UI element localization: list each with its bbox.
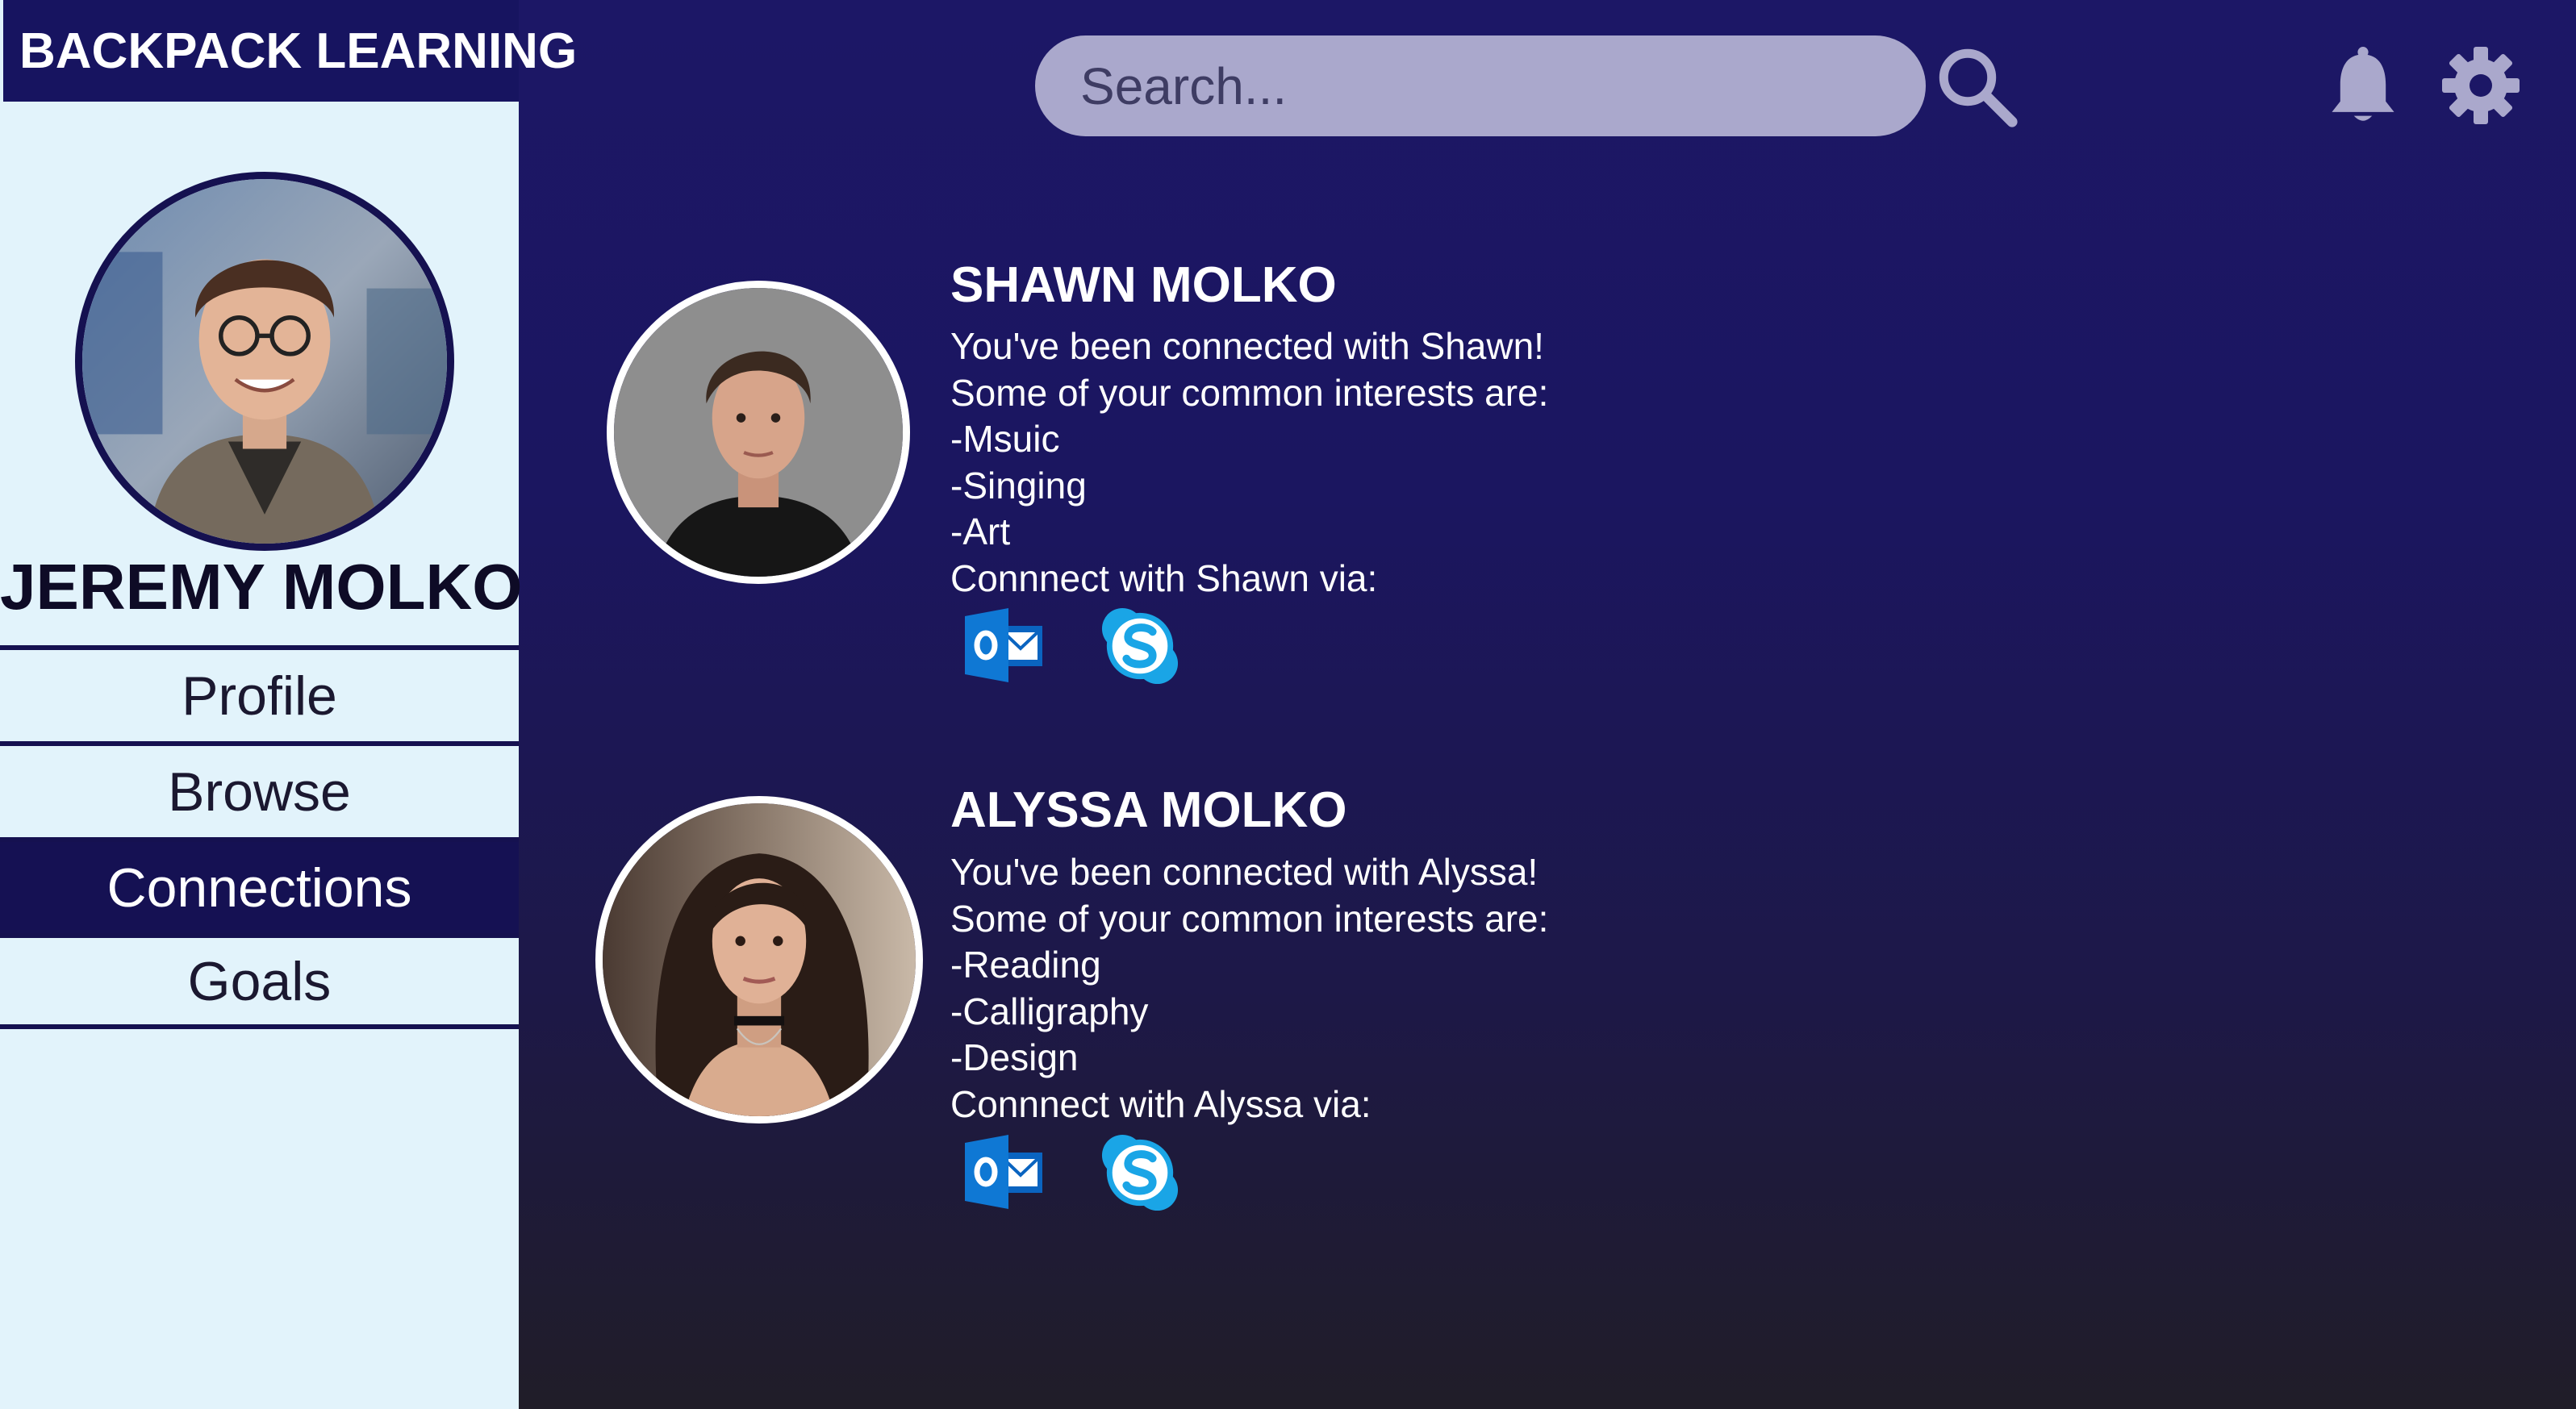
nav-item-label: Browse	[168, 761, 351, 823]
interests-intro: Some of your common interests are:	[950, 897, 1549, 940]
connect-via-label: Connnect with Shawn via:	[950, 557, 1378, 599]
connection-photo	[603, 803, 916, 1116]
interest-item: -Singing	[950, 464, 1087, 506]
bell-icon[interactable]	[2325, 45, 2401, 126]
interest-item: -Art	[950, 511, 1011, 553]
interest-item: -Reading	[950, 944, 1101, 986]
connection-name[interactable]: SHAWN MOLKO	[950, 256, 1337, 314]
interest-item: -Msuic	[950, 418, 1060, 461]
nav-item-label: Connections	[106, 857, 412, 919]
connection-message: You've been connected with Alyssa!	[950, 851, 1539, 893]
nav-item-label: Goals	[187, 950, 332, 1012]
app-brand[interactable]: BACKPACK LEARNING	[3, 0, 577, 102]
search-input[interactable]	[1035, 35, 1926, 136]
skype-icon[interactable]	[1100, 1133, 1179, 1212]
connection-message: You've been connected with Shawn!	[950, 325, 1544, 367]
nav-item-browse[interactable]: Browse	[0, 741, 519, 837]
outlook-icon[interactable]	[962, 1132, 1046, 1212]
sidebar: BACKPACK LEARNING JEREMY MOLKO Profile B…	[0, 0, 577, 1409]
user-name: JEREMY MOLKO	[0, 551, 523, 623]
nav-item-profile[interactable]: Profile	[0, 645, 519, 741]
connection-photo	[614, 288, 903, 577]
interests-intro: Some of your common interests are:	[950, 371, 1549, 414]
interest-item: -Calligraphy	[950, 990, 1149, 1032]
connection-avatar[interactable]	[595, 796, 923, 1123]
gear-icon[interactable]	[2440, 45, 2521, 126]
connection-details: You've been connected with Shawn! Some o…	[950, 323, 1548, 602]
connection-name[interactable]: ALYSSA MOLKO	[950, 782, 1346, 839]
interest-item: -Design	[950, 1036, 1079, 1079]
user-avatar[interactable]	[75, 172, 454, 551]
nav-item-label: Profile	[182, 665, 337, 727]
user-photo	[82, 179, 447, 544]
connection-avatar[interactable]	[607, 281, 910, 584]
connection-details: You've been connected with Alyssa! Some …	[950, 849, 1548, 1128]
sidebar-nav: Profile Browse Connections Goals	[0, 645, 519, 1029]
skype-icon[interactable]	[1100, 607, 1179, 686]
nav-item-goals[interactable]: Goals	[0, 933, 519, 1029]
outlook-icon[interactable]	[962, 605, 1046, 686]
connect-via-label: Connnect with Alyssa via:	[950, 1082, 1372, 1125]
search-icon[interactable]	[1932, 42, 2021, 131]
nav-item-connections[interactable]: Connections	[0, 837, 519, 933]
